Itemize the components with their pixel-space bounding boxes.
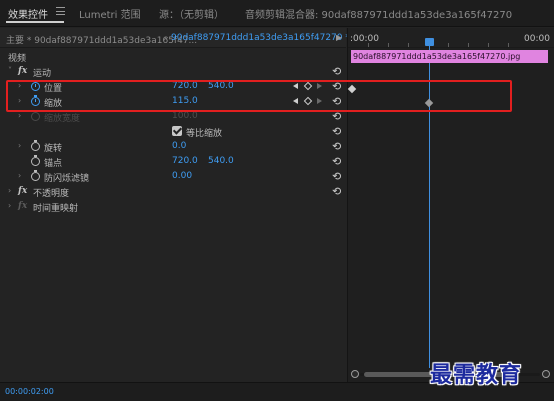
ruler-tick (468, 43, 469, 47)
fx-icon[interactable]: fx (18, 201, 27, 211)
twirl-closed-icon: › (18, 111, 22, 120)
clip-source-bar: 主要 * 90daf887971ddd1a53de3a165f47... ⌄ 9… (0, 28, 358, 48)
zoom-handle-left[interactable] (351, 370, 359, 378)
highlight-box (6, 80, 512, 112)
property-scale-width-label: 缩放宽度 (44, 114, 81, 124)
fx-icon[interactable]: fx (18, 186, 27, 196)
stopwatch-icon[interactable] (31, 155, 40, 166)
effect-time-remapping-label: 时间重映射 (33, 204, 79, 214)
anchor-x-value[interactable]: 720.0 (172, 156, 198, 166)
property-rotation-label: 旋转 (44, 144, 63, 154)
watermark-logo: 最需教育 (430, 362, 523, 388)
property-uniform-scale: 等比缩放 ⟲ (0, 124, 346, 139)
property-rotation: › 旋转 0.0 ⟲ (0, 139, 346, 154)
effect-opacity[interactable]: › fx 不透明度 ⟲ (0, 184, 346, 199)
twirl-closed-icon[interactable]: › (8, 186, 11, 195)
reset-icon[interactable]: ⟲ (332, 140, 341, 153)
property-anchor-label: 锚点 (44, 159, 63, 169)
section-video: 视频 (0, 49, 346, 64)
reset-icon[interactable]: ⟲ (332, 65, 341, 78)
zoom-handle-right[interactable] (542, 370, 550, 378)
active-tab-underline (6, 21, 64, 23)
time-ruler[interactable]: :00:00 00:00 (348, 28, 554, 48)
property-anti-flicker: › 防闪烁滤镜 0.00 ⟲ (0, 169, 346, 184)
anti-flicker-value[interactable]: 0.00 (172, 171, 192, 181)
twirl-closed-icon[interactable]: › (8, 201, 11, 210)
reset-icon[interactable]: ⟲ (332, 155, 341, 168)
anchor-y-value[interactable]: 540.0 (208, 156, 234, 166)
reset-icon[interactable]: ⟲ (332, 125, 341, 138)
reset-icon[interactable]: ⟲ (332, 185, 341, 198)
ruler-tick (388, 43, 389, 47)
effect-time-remapping[interactable]: › fx 时间重映射 (0, 199, 346, 214)
stopwatch-icon[interactable] (31, 140, 40, 151)
twirl-closed-icon[interactable]: › (18, 141, 21, 150)
uniform-scale-checkbox[interactable] (172, 126, 182, 136)
ruler-start-time: :00:00 (350, 34, 379, 44)
ruler-tick (488, 43, 489, 47)
rotation-value[interactable]: 0.0 (172, 141, 186, 151)
property-anchor-point: 锚点 720.0 540.0 ⟲ (0, 154, 346, 169)
reset-icon[interactable]: ⟲ (332, 170, 341, 183)
effect-opacity-label: 不透明度 (33, 189, 70, 199)
ruler-tick (508, 43, 509, 47)
twirl-closed-icon[interactable]: › (18, 171, 21, 180)
stopwatch-icon (31, 110, 40, 121)
sequence-clip-label[interactable]: 90daf887971ddd1a53de3a165f47270 *... (171, 33, 358, 43)
tab-audio-clip-mixer[interactable]: 音频剪辑混合器: 90daf887971ddd1a53de3a165f47270 (245, 6, 512, 21)
clip-bar[interactable]: 90daf887971ddd1a53de3a165f47270.jpg (351, 50, 548, 63)
panel-menu-icon[interactable] (56, 7, 65, 15)
play-icon[interactable]: ▶ (336, 33, 342, 42)
effect-motion-label: 运动 (33, 69, 52, 79)
fx-icon[interactable]: fx (18, 66, 27, 76)
ruler-tick (408, 43, 409, 47)
tab-source[interactable]: 源：（无剪辑） (159, 6, 224, 21)
stopwatch-icon[interactable] (31, 170, 40, 181)
ruler-end-time: 00:00 (524, 34, 550, 44)
property-anti-flicker-label: 防闪烁滤镜 (44, 174, 90, 184)
chevron-down-icon[interactable]: ⌄ (163, 32, 170, 41)
tab-lumetri-scopes[interactable]: Lumetri 范围 (79, 6, 141, 21)
playhead-handle[interactable] (425, 38, 434, 46)
panel-tab-bar: 效果控件 Lumetri 范围 源：（无剪辑） 音频剪辑混合器: 90daf88… (0, 0, 554, 27)
tab-effect-controls[interactable]: 效果控件 (8, 6, 48, 21)
twirl-open-icon[interactable]: ˅ (8, 66, 12, 75)
ruler-tick (368, 43, 369, 47)
current-timecode[interactable]: 00:00:02:00 (5, 387, 54, 396)
effect-motion[interactable]: ˅ fx 运动 ⟲ (0, 64, 346, 79)
ruler-tick (448, 43, 449, 47)
uniform-scale-label: 等比缩放 (186, 129, 223, 139)
section-video-label: 视频 (8, 54, 27, 64)
scale-width-value: 100.0 (172, 111, 198, 121)
